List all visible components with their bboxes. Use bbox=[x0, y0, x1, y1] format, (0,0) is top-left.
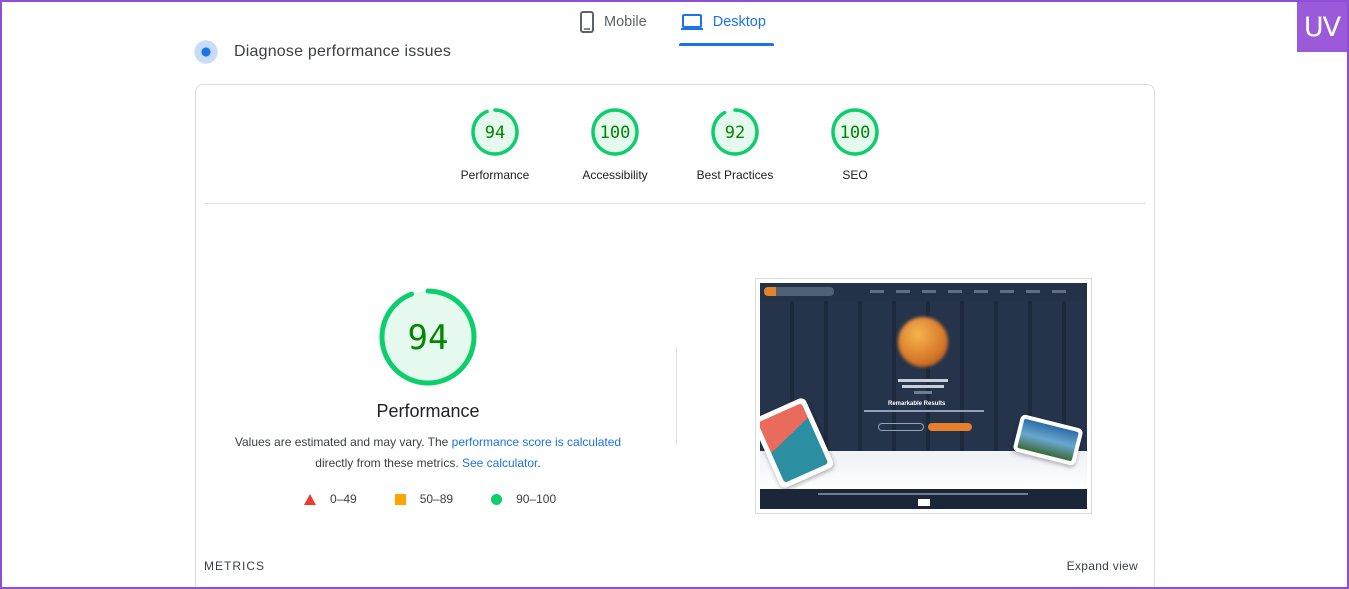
score-gauges: 94 Performance 100 Accessibility 92 Best… bbox=[196, 107, 1154, 207]
legend-fail: 0–49 bbox=[304, 492, 357, 506]
thumb-text-line bbox=[864, 410, 984, 412]
see-calculator-link[interactable]: See calculator bbox=[462, 456, 537, 470]
thumb-text-line bbox=[818, 493, 1028, 495]
gauge-performance-ring: 94 bbox=[471, 108, 519, 156]
thumb-heading: Remarkable Results bbox=[888, 401, 946, 407]
performance-title: Performance bbox=[376, 401, 480, 421]
thumb-nav-links bbox=[870, 290, 1070, 293]
gauge-best-practices-label: Best Practices bbox=[696, 168, 774, 182]
gauge-accessibility[interactable]: 100 Accessibility bbox=[555, 107, 675, 182]
desc-text-1: Values are estimated and may vary. The bbox=[234, 435, 452, 449]
thumb-ok-button bbox=[918, 499, 930, 506]
device-tabs: Mobile Desktop bbox=[572, 0, 775, 46]
page-screenshot-thumbnail: Remarkable Results bbox=[755, 278, 1092, 514]
gauge-seo-ring: 100 bbox=[831, 108, 879, 156]
tab-desktop[interactable]: Desktop bbox=[673, 0, 775, 46]
gauge-performance-label: Performance bbox=[460, 168, 530, 182]
square-icon bbox=[394, 493, 406, 505]
gauge-accessibility-value: 100 bbox=[600, 123, 631, 143]
legend-average-label: 50–89 bbox=[419, 492, 454, 506]
gauge-best-practices-value: 92 bbox=[725, 123, 745, 143]
gauge-accessibility-label: Accessibility bbox=[582, 168, 648, 182]
score-calculated-link[interactable]: performance score is calculated bbox=[452, 435, 621, 449]
metrics-heading: METRICS bbox=[204, 559, 265, 573]
performance-description: Values are estimated and may vary. The p… bbox=[226, 432, 630, 474]
triangle-icon bbox=[304, 493, 316, 505]
gauge-performance[interactable]: 94 Performance bbox=[435, 107, 555, 182]
tab-mobile-label: Mobile bbox=[604, 14, 647, 30]
thumb-cookie-bar bbox=[760, 489, 1087, 509]
thumb-logo bbox=[764, 287, 834, 296]
gauge-best-practices[interactable]: 92 Best Practices bbox=[675, 107, 795, 182]
desc-text-3: . bbox=[537, 456, 541, 470]
diagnose-header: Diagnose performance issues bbox=[194, 40, 451, 64]
gauge-seo-label: SEO bbox=[842, 168, 868, 182]
thumb-navbar bbox=[760, 283, 1087, 301]
gauge-seo[interactable]: 100 SEO bbox=[795, 107, 915, 182]
diagnose-title: Diagnose performance issues bbox=[234, 43, 452, 60]
expand-view-button[interactable]: Expand view bbox=[1067, 559, 1138, 573]
legend-fail-label: 0–49 bbox=[330, 492, 357, 506]
gauge-best-practices-ring: 92 bbox=[711, 108, 759, 156]
thumb-text-line bbox=[902, 385, 944, 388]
uv-logo-text: UV bbox=[1303, 11, 1341, 43]
thumbnail-image: Remarkable Results bbox=[760, 283, 1087, 509]
performance-score-gauge: 94 bbox=[379, 288, 477, 386]
tab-desktop-label: Desktop bbox=[712, 14, 766, 30]
tab-mobile[interactable]: Mobile bbox=[572, 0, 655, 44]
diagnose-icon bbox=[194, 40, 218, 64]
thumb-button bbox=[878, 423, 924, 431]
desc-text-2: directly from these metrics. bbox=[315, 456, 462, 470]
vertical-divider bbox=[676, 347, 677, 445]
laptop-icon bbox=[680, 14, 703, 30]
legend-pass-label: 90–100 bbox=[516, 492, 557, 506]
gauge-seo-value: 100 bbox=[840, 123, 871, 143]
thumb-text-line bbox=[914, 391, 932, 394]
report-card: 94 Performance 100 Accessibility 92 Best… bbox=[195, 84, 1155, 589]
gauge-performance-value: 94 bbox=[485, 123, 505, 143]
gauge-accessibility-ring: 100 bbox=[591, 108, 639, 156]
thumb-orb bbox=[898, 317, 948, 367]
thumb-text-line bbox=[898, 379, 948, 382]
legend-pass: 90–100 bbox=[491, 492, 556, 506]
score-legend: 0–49 50–89 90–100 bbox=[304, 492, 594, 506]
legend-average: 50–89 bbox=[394, 492, 454, 506]
section-divider bbox=[204, 203, 1146, 204]
circle-icon bbox=[491, 493, 503, 505]
uv-logo: UV bbox=[1297, 2, 1347, 52]
thumb-button bbox=[928, 423, 972, 431]
phone-icon bbox=[580, 11, 594, 33]
performance-score-value: 94 bbox=[408, 318, 449, 358]
